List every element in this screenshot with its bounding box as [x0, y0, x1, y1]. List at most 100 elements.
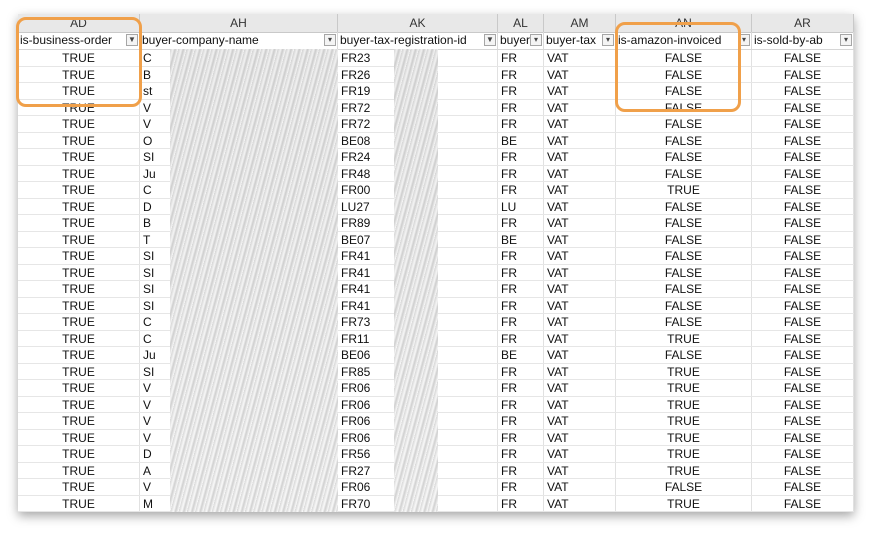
cell-al[interactable]: LU — [498, 198, 544, 214]
cell-an[interactable]: FALSE — [616, 132, 752, 148]
cell-an[interactable]: FALSE — [616, 248, 752, 264]
cell-ad[interactable]: TRUE — [18, 198, 140, 214]
cell-ad[interactable]: TRUE — [18, 396, 140, 412]
cell-am[interactable]: VAT — [544, 50, 616, 66]
cell-al[interactable]: FR — [498, 99, 544, 115]
cell-al[interactable]: BE — [498, 231, 544, 247]
cell-ar[interactable]: FALSE — [752, 347, 854, 363]
cell-ar[interactable]: FALSE — [752, 215, 854, 231]
cell-am[interactable]: VAT — [544, 132, 616, 148]
cell-ar[interactable]: FALSE — [752, 182, 854, 198]
cell-ar[interactable]: FALSE — [752, 462, 854, 478]
cell-am[interactable]: VAT — [544, 347, 616, 363]
cell-ar[interactable]: FALSE — [752, 165, 854, 181]
cell-an[interactable]: TRUE — [616, 182, 752, 198]
cell-al[interactable]: FR — [498, 165, 544, 181]
cell-ad[interactable]: TRUE — [18, 297, 140, 313]
column-letter-al[interactable]: AL — [498, 14, 544, 32]
cell-al[interactable]: FR — [498, 66, 544, 82]
cell-ar[interactable]: FALSE — [752, 198, 854, 214]
cell-am[interactable]: VAT — [544, 182, 616, 198]
cell-am[interactable]: VAT — [544, 413, 616, 429]
cell-al[interactable]: FR — [498, 182, 544, 198]
cell-al[interactable]: FR — [498, 50, 544, 66]
cell-al[interactable]: FR — [498, 116, 544, 132]
cell-an[interactable]: FALSE — [616, 347, 752, 363]
cell-al[interactable]: FR — [498, 149, 544, 165]
cell-an[interactable]: TRUE — [616, 495, 752, 511]
cell-an[interactable]: FALSE — [616, 264, 752, 280]
cell-al[interactable]: BE — [498, 132, 544, 148]
cell-an[interactable]: FALSE — [616, 149, 752, 165]
cell-an[interactable]: TRUE — [616, 429, 752, 445]
cell-am[interactable]: VAT — [544, 495, 616, 511]
cell-al[interactable]: FR — [498, 330, 544, 346]
cell-ar[interactable]: FALSE — [752, 330, 854, 346]
cell-ad[interactable]: TRUE — [18, 347, 140, 363]
cell-am[interactable]: VAT — [544, 264, 616, 280]
cell-am[interactable]: VAT — [544, 297, 616, 313]
cell-al[interactable]: FR — [498, 462, 544, 478]
cell-am[interactable]: VAT — [544, 165, 616, 181]
cell-ad[interactable]: TRUE — [18, 215, 140, 231]
cell-an[interactable]: FALSE — [616, 198, 752, 214]
cell-an[interactable]: TRUE — [616, 363, 752, 379]
cell-ar[interactable]: FALSE — [752, 297, 854, 313]
cell-ad[interactable]: TRUE — [18, 330, 140, 346]
cell-am[interactable]: VAT — [544, 281, 616, 297]
cell-ar[interactable]: FALSE — [752, 429, 854, 445]
cell-am[interactable]: VAT — [544, 116, 616, 132]
cell-ar[interactable]: FALSE — [752, 380, 854, 396]
cell-an[interactable]: FALSE — [616, 314, 752, 330]
cell-al[interactable]: BE — [498, 347, 544, 363]
cell-ad[interactable]: TRUE — [18, 116, 140, 132]
cell-ad[interactable]: TRUE — [18, 182, 140, 198]
filter-dropdown-icon[interactable]: ▾ — [840, 34, 852, 46]
cell-ad[interactable]: TRUE — [18, 446, 140, 462]
filter-funnel-icon[interactable]: ▼ — [484, 34, 496, 46]
filter-dropdown-icon[interactable]: ▾ — [530, 34, 542, 46]
cell-an[interactable]: FALSE — [616, 479, 752, 495]
cell-ad[interactable]: TRUE — [18, 231, 140, 247]
cell-ar[interactable]: FALSE — [752, 264, 854, 280]
cell-ad[interactable]: TRUE — [18, 149, 140, 165]
cell-al[interactable]: FR — [498, 281, 544, 297]
cell-am[interactable]: VAT — [544, 462, 616, 478]
cell-an[interactable]: TRUE — [616, 396, 752, 412]
cell-ad[interactable]: TRUE — [18, 248, 140, 264]
cell-an[interactable]: TRUE — [616, 462, 752, 478]
cell-am[interactable]: VAT — [544, 99, 616, 115]
cell-ar[interactable]: FALSE — [752, 248, 854, 264]
cell-al[interactable]: FR — [498, 264, 544, 280]
cell-ad[interactable]: TRUE — [18, 380, 140, 396]
cell-ad[interactable]: TRUE — [18, 462, 140, 478]
filter-dropdown-icon[interactable]: ▾ — [602, 34, 614, 46]
cell-ar[interactable]: FALSE — [752, 446, 854, 462]
cell-al[interactable]: FR — [498, 83, 544, 99]
cell-ar[interactable]: FALSE — [752, 149, 854, 165]
cell-am[interactable]: VAT — [544, 363, 616, 379]
cell-am[interactable]: VAT — [544, 231, 616, 247]
cell-al[interactable]: FR — [498, 248, 544, 264]
cell-ar[interactable]: FALSE — [752, 413, 854, 429]
cell-ar[interactable]: FALSE — [752, 314, 854, 330]
cell-am[interactable]: VAT — [544, 429, 616, 445]
cell-an[interactable]: FALSE — [616, 281, 752, 297]
cell-am[interactable]: VAT — [544, 380, 616, 396]
cell-am[interactable]: VAT — [544, 83, 616, 99]
cell-ar[interactable]: FALSE — [752, 479, 854, 495]
cell-an[interactable]: FALSE — [616, 165, 752, 181]
cell-am[interactable]: VAT — [544, 215, 616, 231]
cell-al[interactable]: FR — [498, 495, 544, 511]
cell-an[interactable]: FALSE — [616, 231, 752, 247]
cell-am[interactable]: VAT — [544, 314, 616, 330]
column-letter-ar[interactable]: AR — [752, 14, 854, 32]
cell-al[interactable]: FR — [498, 314, 544, 330]
cell-ad[interactable]: TRUE — [18, 132, 140, 148]
cell-al[interactable]: FR — [498, 215, 544, 231]
cell-ad[interactable]: TRUE — [18, 429, 140, 445]
cell-ad[interactable]: TRUE — [18, 314, 140, 330]
cell-an[interactable]: TRUE — [616, 380, 752, 396]
cell-al[interactable]: FR — [498, 429, 544, 445]
cell-ad[interactable]: TRUE — [18, 479, 140, 495]
